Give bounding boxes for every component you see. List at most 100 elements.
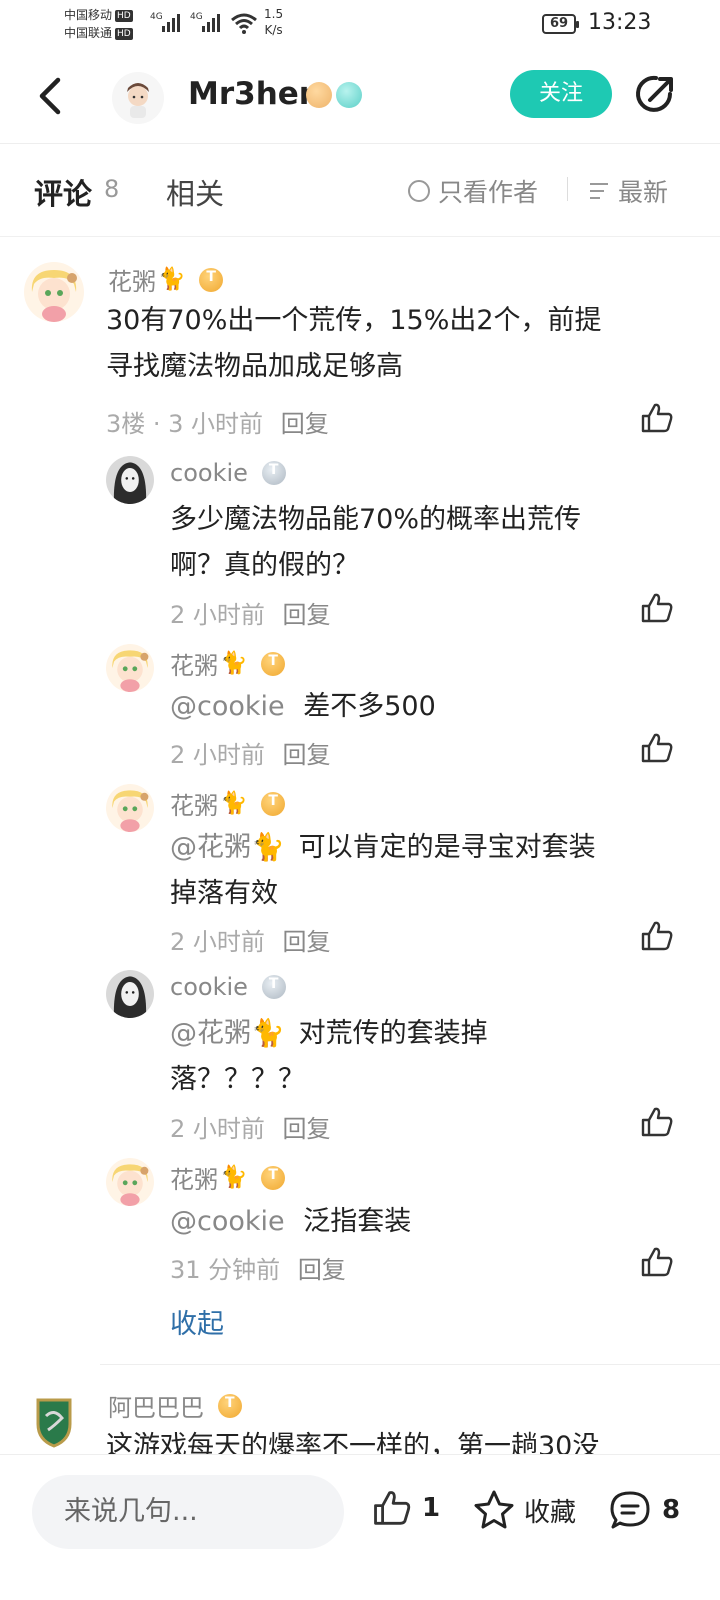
wifi-icon xyxy=(231,13,257,34)
replier-name-text: 花粥 xyxy=(170,652,218,680)
commenter-avatar[interactable] xyxy=(24,1390,84,1450)
rabbit-badge-icon xyxy=(336,82,362,108)
reply-line: 差不多500 xyxy=(303,691,436,722)
status-bar: 中国移动 HD 中国联通 HD 4G 4G 1.5 K/s 69 13:23 xyxy=(0,0,720,52)
reply-line: 落？？？？ xyxy=(170,1064,305,1095)
speed-value: 1.5 xyxy=(264,7,284,21)
reply-time: 31 分钟前 xyxy=(170,1256,281,1284)
signal-icon xyxy=(202,12,224,32)
reply-time: 2 小时前 xyxy=(170,1115,265,1143)
comments-button[interactable]: 8 xyxy=(608,1489,680,1531)
hd-badge: HD xyxy=(115,10,133,22)
replier-avatar[interactable] xyxy=(106,456,154,504)
tab-related[interactable]: 相关 xyxy=(166,171,224,213)
comment-line: 寻找魔法物品加成足够高 xyxy=(106,351,403,382)
replier-name[interactable]: cookie xyxy=(170,973,286,1001)
comment-tabs: 评论 8 相关 只看作者 最新 xyxy=(0,145,720,237)
cat-emoji: 🐈 xyxy=(220,651,248,676)
comment-meta: 3楼 · 3 小时前 回复 xyxy=(106,404,329,439)
level-badge-icon xyxy=(306,82,332,108)
like-icon[interactable] xyxy=(640,1246,674,1278)
favorite-button[interactable]: 收藏 xyxy=(472,1489,576,1531)
reply-button[interactable]: 回复 xyxy=(283,1115,331,1143)
replier-name[interactable]: 花粥 🐈 xyxy=(170,1160,286,1195)
network-speed: 1.5 K/s xyxy=(264,6,283,38)
commenter-name[interactable]: 花粥 🐈 xyxy=(108,262,224,297)
star-icon xyxy=(474,1490,514,1529)
author-avatar[interactable] xyxy=(112,72,164,124)
follow-button[interactable]: 关注 xyxy=(510,70,612,118)
reply-meta: 2 小时前 回复 xyxy=(170,595,331,630)
like-icon[interactable] xyxy=(640,592,674,624)
commenter-avatar[interactable] xyxy=(24,262,84,322)
replier-avatar[interactable] xyxy=(106,644,154,692)
like-icon[interactable] xyxy=(640,920,674,952)
reply-button[interactable]: 回复 xyxy=(283,601,331,629)
replier-name[interactable]: 花粥 🐈 xyxy=(170,786,286,821)
mention-link[interactable]: @花粥🐈 xyxy=(170,832,285,863)
level-badge-icon xyxy=(261,651,286,676)
reply-line: 啊？真的假的？ xyxy=(170,550,359,581)
mention-link[interactable]: @cookie xyxy=(170,1206,285,1237)
commenter-name-text: 花粥 xyxy=(108,268,156,296)
reply-meta: 2 小时前 回复 xyxy=(170,1109,331,1144)
reply-line: 可以肯定的是寻宝对套装 xyxy=(298,832,596,863)
replier-avatar[interactable] xyxy=(106,970,154,1018)
like-icon[interactable] xyxy=(640,1106,674,1138)
replier-name-text: cookie xyxy=(170,459,248,487)
reply-meta: 2 小时前 回复 xyxy=(170,735,331,770)
mention-link[interactable]: @cookie xyxy=(170,691,285,722)
comment-time: 3楼 · 3 小时前 xyxy=(106,410,264,438)
replier-avatar[interactable] xyxy=(106,1158,154,1206)
reply-text: @花粥🐈 可以肯定的是寻宝对套装 掉落有效 xyxy=(170,825,596,917)
divider xyxy=(100,1364,720,1365)
collapse-replies-button[interactable]: 收起 xyxy=(170,1302,224,1341)
level-badge-icon xyxy=(261,1165,286,1190)
comment-bubble-icon xyxy=(610,1491,650,1529)
chevron-left-icon[interactable] xyxy=(30,72,74,120)
like-icon[interactable] xyxy=(640,732,674,764)
reply-time: 2 小时前 xyxy=(170,928,265,956)
cat-emoji: 🐈 xyxy=(158,267,186,292)
carrier-1: 中国移动 xyxy=(64,8,113,22)
reply-meta: 2 小时前 回复 xyxy=(170,922,331,957)
reply-line: 多少魔法物品能70%的概率出荒传 xyxy=(170,504,582,535)
divider xyxy=(567,177,568,201)
reply-button[interactable]: 回复 xyxy=(283,928,331,956)
comment-input[interactable]: 来说几句... xyxy=(32,1475,344,1549)
like-post-button[interactable]: 1 xyxy=(372,1489,440,1527)
reply-line: 泛指套装 xyxy=(303,1206,412,1237)
speed-unit: K/s xyxy=(264,23,283,37)
mention-link[interactable]: @花粥🐈 xyxy=(170,1018,285,1049)
only-author-toggle[interactable]: 只看作者 xyxy=(408,173,538,209)
bottom-action-bar: 来说几句... 1 收藏 8 xyxy=(0,1454,720,1600)
commenter-name[interactable]: 阿巴巴巴 xyxy=(108,1388,242,1423)
reply-text: @cookie 泛指套装 xyxy=(170,1199,411,1245)
signal-icon xyxy=(162,12,184,32)
post-header: Mr3hen 关注 xyxy=(0,52,720,144)
cat-emoji: 🐈 xyxy=(220,1165,248,1190)
network-type-1: 4G xyxy=(150,12,163,22)
radio-circle-icon xyxy=(408,180,430,202)
replier-name-text: cookie xyxy=(170,973,248,1001)
battery-icon: 69 xyxy=(542,14,579,34)
reply-button[interactable]: 回复 xyxy=(283,741,331,769)
sort-button[interactable]: 最新 xyxy=(590,173,668,209)
sort-label: 最新 xyxy=(618,178,669,207)
replier-name[interactable]: cookie xyxy=(170,459,286,487)
reply-line: 掉落有效 xyxy=(170,878,278,909)
reply-button[interactable]: 回复 xyxy=(298,1256,346,1284)
replier-name[interactable]: 花粥 🐈 xyxy=(170,646,286,681)
comment-count: 8 xyxy=(104,175,120,203)
reply-button[interactable]: 回复 xyxy=(281,410,329,438)
thumbs-up-icon xyxy=(372,1489,412,1527)
hd-badge: HD xyxy=(115,28,133,40)
like-count: 1 xyxy=(422,1493,441,1523)
like-icon[interactable] xyxy=(640,402,674,434)
share-icon[interactable] xyxy=(632,72,678,118)
level-badge-icon xyxy=(261,461,286,485)
author-name[interactable]: Mr3hen xyxy=(188,76,321,112)
replier-avatar[interactable] xyxy=(106,784,154,832)
level-badge-icon xyxy=(261,975,286,999)
tab-comments[interactable]: 评论 xyxy=(34,171,92,213)
